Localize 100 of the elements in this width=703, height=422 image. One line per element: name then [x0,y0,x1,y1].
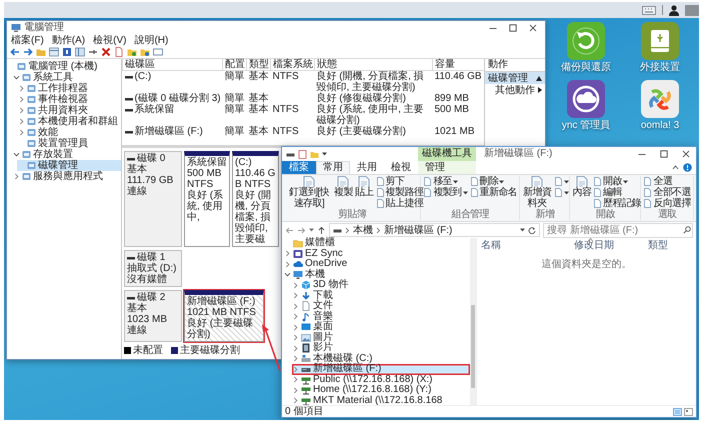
folder-icon[interactable] [127,47,137,57]
scrollbar[interactable] [470,238,476,405]
ribbon-tab[interactable]: 檢視 [384,161,418,174]
tree-item[interactable]: 事件檢視器 [17,94,121,105]
ribbon-button[interactable]: 複製 [334,176,353,198]
nav-item[interactable]: 本機 [284,270,470,280]
tree-item[interactable]: 服務與應用程式 [12,171,121,182]
details-view-icon[interactable] [673,408,682,416]
search-icon[interactable] [683,226,691,234]
column-header[interactable]: 配置 [222,59,246,70]
nav-item[interactable]: 影片 [292,343,470,354]
dropdown-caret-icon[interactable] [322,152,327,156]
nav-item[interactable]: 文件 [292,301,470,312]
tree-item[interactable]: 存放裝置 [12,149,121,160]
column-header[interactable]: 類型 [246,59,270,70]
user-icon[interactable] [669,4,679,16]
panel-icon[interactable] [75,47,85,57]
menu-item[interactable]: 檔案(F) [11,34,44,46]
nav-item[interactable]: 圖片 [292,332,470,343]
ribbon-tab[interactable]: 檔案 [282,161,316,174]
ribbon-button[interactable] [554,187,570,198]
ribbon-button[interactable]: 全選 [643,176,691,187]
ribbon-button[interactable] [554,176,570,187]
collapse-caret-icon[interactable] [672,165,679,170]
actions-section[interactable]: 磁碟管理 [485,72,545,84]
ribbon-button[interactable]: 移至 [423,176,468,187]
tree-item[interactable]: 系統工具 [12,72,121,83]
column-header[interactable]: 容量 [432,59,484,70]
ribbon-button[interactable]: 編輯 [593,187,641,198]
menu-item[interactable]: 檢視(V) [93,34,126,46]
nav-item[interactable]: 下載 [292,290,470,301]
ribbon-button[interactable]: 剪下 [376,176,424,187]
check-page-icon[interactable] [298,150,307,158]
menu-item[interactable]: 動作(A) [52,34,86,46]
nav-item[interactable]: 新增磁碟區 (F:) [292,364,470,374]
column-header[interactable]: 狀態 [314,59,432,70]
folder-icon[interactable] [140,47,150,57]
ribbon-button[interactable]: 複製到 [423,187,468,198]
column-header[interactable]: 檔案系統 [270,59,314,70]
breadcrumb[interactable]: 新增磁碟區 (F:) [384,224,452,236]
tree-item[interactable]: 效能 [17,127,121,138]
dropdown-caret-icon[interactable] [520,228,525,232]
back-arrow-icon[interactable] [285,226,294,234]
maximize-icon[interactable] [660,150,668,158]
ribbon-button[interactable]: 內容 [572,176,592,198]
tree-item[interactable]: 磁碟管理 [17,160,121,171]
refresh-icon[interactable] [528,226,536,234]
breadcrumb[interactable]: 本機 [353,224,373,236]
nav-item[interactable]: 媒體櫃 [284,238,470,248]
ribbon-tab[interactable]: 管理 [418,161,476,174]
tree-item[interactable]: 工作排程器 [17,83,121,94]
back-arrow-icon[interactable] [10,47,20,57]
partition-box[interactable]: 新增磁碟區 (F:) 1021 MB NTFS 良好 (主要磁碟分割) [184,290,264,342]
nav-item[interactable]: EZ Sync [284,248,470,259]
column-header[interactable]: 修改日期 [574,240,644,251]
tree-item[interactable]: 共用資料夾 [17,105,121,116]
address-bar[interactable]: 本機 新增磁碟區 (F:) [329,223,540,237]
nav-item[interactable]: 桌面 [292,322,470,332]
search-field[interactable]: 搜尋 新增磁碟區 (F:) [543,222,693,238]
panel-block[interactable] [685,4,699,16]
ribbon-button[interactable]: 貼上捷徑 [376,198,424,209]
forward-arrow-icon[interactable] [297,226,306,234]
ribbon-button[interactable]: 反向選擇 [643,198,691,209]
window-icon[interactable] [153,47,163,57]
nav-item[interactable]: Public (\\172.16.8.168) (X:) [292,374,470,385]
dropdown-caret-icon[interactable] [309,228,314,232]
grid-icon[interactable] [642,6,656,14]
tiles-view-icon[interactable] [684,408,693,416]
panel-icon[interactable] [49,47,59,57]
help-icon[interactable] [683,163,692,172]
ribbon-button[interactable]: 重新命名 [470,187,518,198]
nav-item[interactable]: MKT Material (\\172.16.8.168 [292,396,470,406]
nav-item[interactable]: 本機磁碟 (C:) [292,354,470,364]
ribbon-button[interactable]: 新增資料夾 [522,176,552,209]
ribbon-button[interactable]: 歷程記錄 [593,198,641,209]
ribbon-tab[interactable]: 共用 [350,161,384,174]
close-icon[interactable] [529,24,537,32]
column-header[interactable]: 磁碟區 [122,59,222,70]
forward-arrow-icon[interactable] [23,47,33,57]
up-arrow-icon[interactable] [317,226,326,234]
column-header[interactable]: 類型 [648,240,692,251]
close-icon[interactable] [682,150,690,158]
tree-item[interactable]: 本機使用者和群組 [17,116,121,127]
ribbon-button[interactable]: 複製路徑 [376,187,424,198]
ribbon-button[interactable]: 全部不選 [643,187,691,198]
menu-item[interactable]: 說明(H) [134,34,168,46]
document-icon[interactable] [114,47,124,57]
delete-icon[interactable] [101,47,111,57]
nav-item[interactable]: 音樂 [292,312,470,322]
ribbon-button[interactable]: 開啟 [593,176,641,187]
action-item[interactable]: 其他動作 [485,84,545,96]
tree-item[interactable]: 電腦管理 (本機) [7,61,121,72]
nav-item[interactable]: Home (\\172.16.8.168) (Y:) [292,385,470,396]
ribbon-button[interactable]: 釘選到[快速存取] [286,176,332,209]
nav-item[interactable]: 3D 物件 [292,280,470,290]
maximize-icon[interactable] [509,24,517,32]
ribbon-button[interactable]: 貼上 [354,176,374,198]
partition-box[interactable]: 系統保留 500 MB NTFS 良好 (系統, 使用中, [184,151,230,247]
nav-item[interactable]: OneDrive [284,259,470,270]
ribbon-button[interactable]: 刪除 [470,176,518,187]
